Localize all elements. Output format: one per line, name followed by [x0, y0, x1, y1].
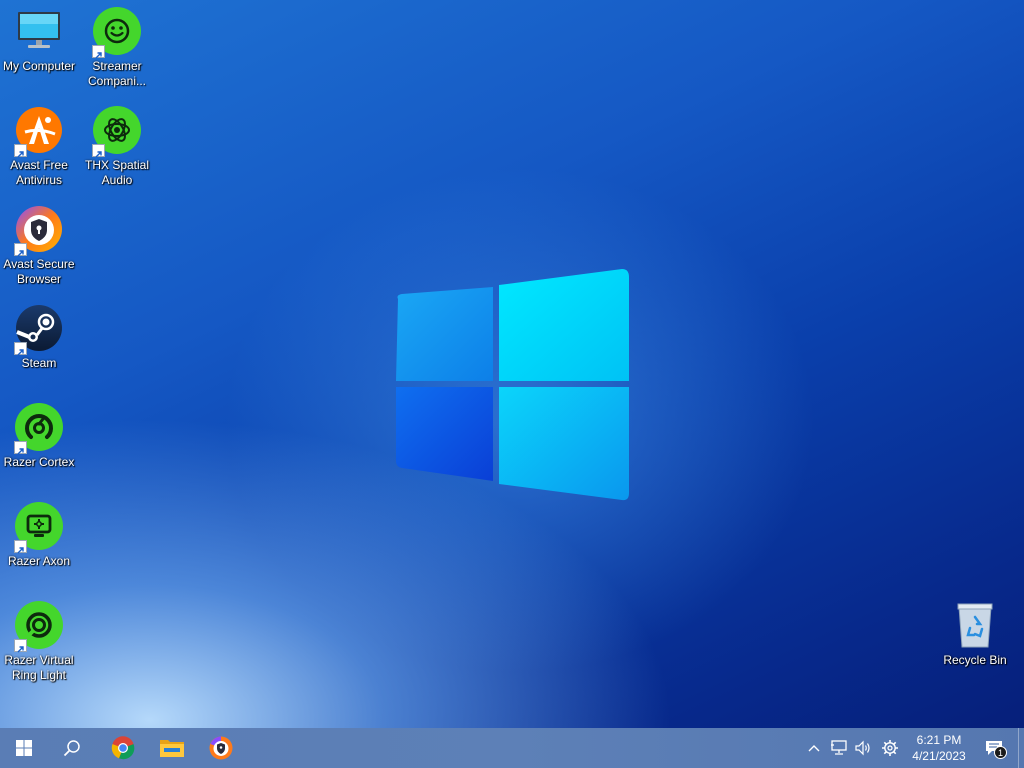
avast-secure-browser-icon	[209, 736, 233, 760]
desktop-icon-label: Recycle Bin	[943, 653, 1007, 667]
shortcut-arrow-icon	[92, 144, 105, 158]
taskbar-file-explorer[interactable]	[148, 728, 196, 768]
volume-tray[interactable]	[852, 728, 874, 768]
desktop-icon-steam[interactable]: Steam	[0, 303, 78, 371]
network-icon	[831, 740, 847, 755]
recycle-bin-icon	[957, 603, 993, 648]
computer-icon	[18, 12, 60, 48]
shortcut-arrow-icon	[14, 243, 27, 257]
settings-tray[interactable]	[878, 728, 902, 768]
desktop-icon-streamer-companion[interactable]: Streamer Compani...	[78, 6, 156, 89]
desktop-icon-label: Razer Virtual Ring Light	[4, 653, 74, 682]
shortcut-arrow-icon	[14, 639, 27, 653]
windows-logo-wallpaper	[396, 269, 629, 501]
desktop-icon-label: Razer Cortex	[3, 455, 75, 469]
desktop-icon-recycle-bin[interactable]: Recycle Bin	[936, 600, 1014, 668]
desktop-icon-razer-axon[interactable]: Razer Axon	[0, 501, 78, 569]
taskbar-avast-secure-browser[interactable]	[197, 728, 245, 768]
windows-start-icon	[16, 740, 32, 756]
desktop-icon-label: THX Spatial Audio	[84, 158, 150, 187]
file-explorer-icon	[160, 740, 184, 757]
show-desktop-button[interactable]	[1018, 728, 1024, 768]
desktop-icon-my-computer[interactable]: My Computer	[0, 6, 78, 74]
chevron-up-icon	[808, 745, 820, 752]
start-button[interactable]	[0, 728, 48, 768]
desktop-icon-avast-antivirus[interactable]: Avast Free Antivirus	[0, 105, 78, 188]
desktop-icon-thx-spatial-audio[interactable]: THX Spatial Audio	[78, 105, 156, 188]
action-center-button[interactable]: 1	[980, 728, 1008, 768]
shortcut-arrow-icon	[14, 441, 27, 455]
search-icon	[63, 740, 80, 757]
search-button[interactable]	[48, 728, 96, 768]
desktop-icon-label: Razer Axon	[7, 554, 71, 568]
desktop-icon-label: Streamer Compani...	[87, 59, 147, 88]
settings-gear-icon	[882, 740, 898, 756]
desktop-icon-razer-virtual-ring-light[interactable]: Razer Virtual Ring Light	[0, 600, 78, 683]
notification-count-badge: 1	[994, 746, 1007, 759]
clock[interactable]: 6:21 PM 4/21/2023	[900, 728, 978, 768]
network-tray[interactable]	[828, 728, 850, 768]
shortcut-arrow-icon	[14, 540, 27, 554]
clock-date: 4/21/2023	[912, 749, 966, 763]
show-hidden-icons[interactable]	[804, 728, 824, 768]
chrome-icon	[111, 736, 135, 760]
shortcut-arrow-icon	[92, 45, 105, 59]
desktop-icon-label: Steam	[21, 356, 57, 370]
desktop-icon-label: Avast Secure Browser	[3, 257, 75, 286]
desktop-icon-label: My Computer	[2, 59, 76, 73]
clock-time: 6:21 PM	[916, 733, 962, 747]
desktop-icon-avast-secure-browser[interactable]: Avast Secure Browser	[0, 204, 78, 287]
desktop-icon-razer-cortex[interactable]: Razer Cortex	[0, 402, 78, 470]
volume-icon	[855, 740, 870, 756]
taskbar-chrome[interactable]	[99, 728, 147, 768]
desktop[interactable]: My Computer Streamer Compani... Avast Fr…	[0, 0, 1024, 728]
taskbar: 6:21 PM 4/21/2023 1	[0, 728, 1024, 768]
shortcut-arrow-icon	[14, 144, 27, 158]
shortcut-arrow-icon	[14, 342, 27, 356]
desktop-icon-label: Avast Free Antivirus	[10, 158, 68, 187]
